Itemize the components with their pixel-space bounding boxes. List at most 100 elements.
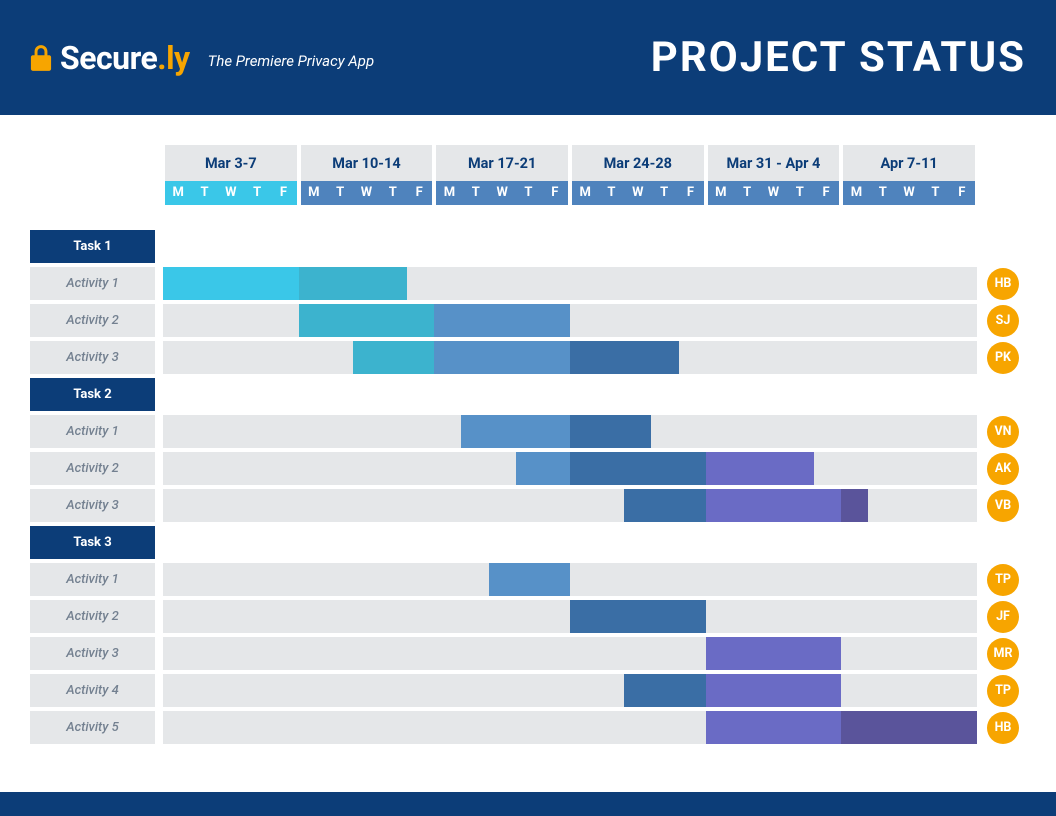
week-label: Mar 24-28	[572, 145, 704, 181]
owner-avatar: HB	[987, 268, 1019, 300]
gantt-bar	[706, 674, 842, 707]
page-title: PROJECT STATUS	[651, 33, 1026, 82]
gantt-bar	[434, 341, 570, 374]
activity-row: Activity 3VB	[30, 489, 1026, 522]
day-cell: M	[436, 181, 462, 205]
gantt-bar	[461, 415, 570, 448]
day-cell: F	[949, 181, 975, 205]
day-cell: T	[734, 181, 760, 205]
week-group: Mar 10-14MTWTF	[299, 145, 435, 205]
activity-row: Activity 2SJ	[30, 304, 1026, 337]
gantt-bar	[516, 452, 570, 485]
day-cell: W	[489, 181, 515, 205]
day-cell: F	[270, 181, 296, 205]
owner-avatar: TP	[987, 564, 1019, 596]
week-label: Apr 7-11	[843, 145, 975, 181]
activity-track	[163, 489, 977, 522]
activity-track	[163, 452, 977, 485]
activity-label: Activity 1	[30, 563, 155, 596]
activity-label: Activity 4	[30, 674, 155, 707]
activity-label: Activity 2	[30, 452, 155, 485]
day-cell: M	[708, 181, 734, 205]
gantt-bar	[434, 304, 570, 337]
activity-row: Activity 2AK	[30, 452, 1026, 485]
logo-group: Secure.ly	[30, 39, 190, 77]
gantt-bar	[163, 267, 299, 300]
footer-bar	[0, 792, 1056, 816]
activity-row: Activity 5 HB	[30, 711, 1026, 744]
day-cell: T	[870, 181, 896, 205]
week-label: Mar 3-7	[165, 145, 297, 181]
day-cell: W	[625, 181, 651, 205]
day-cell: T	[463, 181, 489, 205]
day-cell: M	[301, 181, 327, 205]
owner-avatar: VN	[987, 416, 1019, 448]
day-row: MTWTF	[165, 181, 297, 205]
activity-track	[163, 304, 977, 337]
tagline: The Premiere Privacy App	[208, 52, 375, 70]
task-track	[163, 230, 977, 263]
week-group: Mar 3-7MTWTF	[163, 145, 299, 205]
activity-row: Activity 4TP	[30, 674, 1026, 707]
week-group: Mar 24-28MTWTF	[570, 145, 706, 205]
week-label: Mar 17-21	[436, 145, 568, 181]
owner-avatar: MR	[987, 638, 1019, 670]
day-cell: T	[922, 181, 948, 205]
brand-name-primary: Secure	[60, 39, 157, 77]
gantt-bar	[299, 267, 408, 300]
activity-track	[163, 674, 977, 707]
gantt-bar	[841, 711, 977, 744]
week-group: Mar 31 - Apr 4MTWTF	[706, 145, 842, 205]
day-cell: T	[651, 181, 677, 205]
gantt-bar	[353, 341, 434, 374]
owner-avatar: SJ	[987, 305, 1019, 337]
day-cell: W	[353, 181, 379, 205]
activity-track	[163, 415, 977, 448]
gantt-bar	[570, 415, 651, 448]
gantt-bar	[299, 304, 435, 337]
owner-avatar: HB	[987, 712, 1019, 744]
gantt-chart: Mar 3-7MTWTFMar 10-14MTWTFMar 17-21MTWTF…	[0, 115, 1056, 778]
activity-row: Activity 1 HB	[30, 267, 1026, 300]
activity-row: Activity 1 VN	[30, 415, 1026, 448]
header: Secure.ly The Premiere Privacy App PROJE…	[0, 0, 1056, 115]
task-header: Task 1	[30, 230, 1026, 263]
gantt-bar	[706, 489, 842, 522]
brand-block: Secure.ly The Premiere Privacy App	[30, 39, 374, 77]
activity-label: Activity 2	[30, 600, 155, 633]
activity-label: Activity 5	[30, 711, 155, 744]
gantt-bar	[706, 452, 815, 485]
activity-row: Activity 2JF	[30, 600, 1026, 633]
task-label: Task 1	[30, 230, 155, 263]
gantt-bar	[706, 711, 842, 744]
brand-name: Secure.ly	[60, 39, 190, 77]
task-track	[163, 378, 977, 411]
activity-track	[163, 341, 977, 374]
activity-label: Activity 1	[30, 267, 155, 300]
day-cell: T	[327, 181, 353, 205]
gantt-bar	[706, 637, 842, 670]
activity-row: Activity 1 TP	[30, 563, 1026, 596]
week-group: Apr 7-11MTWTF	[841, 145, 977, 205]
activity-track	[163, 267, 977, 300]
activity-label: Activity 1	[30, 415, 155, 448]
day-row: MTWTF	[843, 181, 975, 205]
gantt-bar	[489, 563, 570, 596]
day-cell: F	[813, 181, 839, 205]
week-label: Mar 10-14	[301, 145, 433, 181]
day-cell: F	[542, 181, 568, 205]
gantt-bar	[570, 341, 679, 374]
task-label: Task 3	[30, 526, 155, 559]
day-row: MTWTF	[301, 181, 433, 205]
day-cell: F	[677, 181, 703, 205]
activity-row: Activity 3PK	[30, 341, 1026, 374]
week-group: Mar 17-21MTWTF	[434, 145, 570, 205]
activity-label: Activity 3	[30, 637, 155, 670]
activity-label: Activity 3	[30, 489, 155, 522]
day-cell: T	[598, 181, 624, 205]
day-cell: M	[165, 181, 191, 205]
activity-track	[163, 600, 977, 633]
gantt-rows: Task 1Activity 1HBActivity 2SJActivity 3…	[30, 230, 1026, 744]
day-cell: W	[896, 181, 922, 205]
day-row: MTWTF	[436, 181, 568, 205]
